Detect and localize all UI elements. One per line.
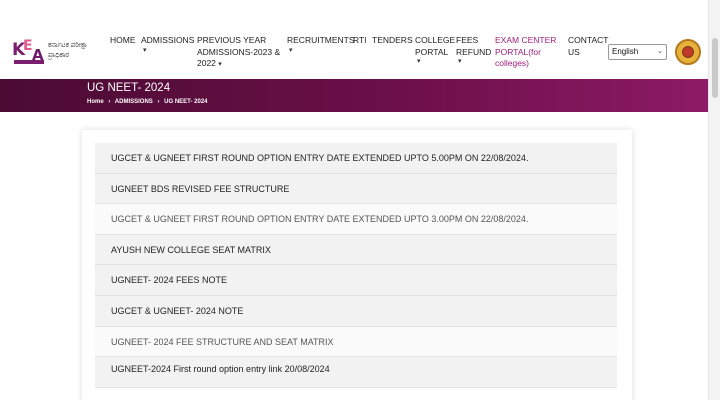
notice-item[interactable]: UGCET & UGNEET- 2024 NOTE <box>95 295 617 327</box>
site-header: K E A ಕರ್ನಾಟಕ ಪರೀಕ್ಷಾ ಪ್ರಾಧಿಕಾರ HOME ADM… <box>0 27 708 79</box>
nav-exam-center-portal[interactable]: EXAM CENTER PORTAL(for colleges) <box>495 35 556 70</box>
emblem-inner <box>682 46 694 58</box>
nav-college-portal-line2: PORTAL <box>415 46 449 57</box>
notice-item[interactable]: UGNEET- 2024 FEES NOTE <box>95 265 617 296</box>
logo-text-line1: ಕರ್ನಾಟಕ ಪರೀಕ್ಷಾ <box>48 42 88 49</box>
chevron-down-icon: ▾ <box>458 58 462 65</box>
nav-rti-label: RTI <box>353 35 367 45</box>
nav-previous-year-admissions[interactable]: PREVIOUS YEAR ADMISSIONS-2023 & 2022 ▾ <box>197 35 280 70</box>
nav-exam-center-line2: PORTAL(for <box>495 46 541 57</box>
page-banner: UG NEET- 2024 Home › ADMISSIONS › UG NEE… <box>0 79 708 112</box>
nav-college-portal-line1: COLLEGE <box>415 35 456 45</box>
nav-exam-center-line3: colleges) <box>495 58 530 68</box>
nav-previous-year-line3: 2022 <box>197 58 216 68</box>
notice-item[interactable]: UGCET & UGNEET FIRST ROUND OPTION ENTRY … <box>95 204 617 235</box>
nav-admissions-label: ADMISSIONS <box>141 35 195 45</box>
nav-exam-center-line1: EXAM CENTER <box>495 35 557 45</box>
breadcrumb: Home › ADMISSIONS › UG NEET- 2024 <box>87 99 211 105</box>
nav-tenders-label: TENDERS <box>372 35 413 45</box>
notice-item[interactable]: UGCET & UGNEET FIRST ROUND OPTION ENTRY … <box>95 143 617 174</box>
page: K E A ಕರ್ನಾಟಕ ಪರೀಕ್ಷಾ ಪ್ರಾಧಿಕಾರ HOME ADM… <box>0 0 708 400</box>
notice-item[interactable]: UGNEET- 2024 FEE STRUCTURE AND SEAT MATR… <box>95 326 617 358</box>
nav-contact-line1: CONTACT <box>568 35 609 45</box>
nav-fees-refund-line2: REFUND <box>456 46 492 57</box>
nav-contact-us[interactable]: CONTACT US <box>568 35 608 58</box>
logo-text: ಕರ್ನಾಟಕ ಪರೀಕ್ಷಾ ಪ್ರಾಧಿಕಾರ <box>48 41 104 61</box>
nav-tenders[interactable]: TENDERS <box>372 35 413 47</box>
vertical-scrollbar[interactable] <box>708 0 720 400</box>
logo-underline <box>14 60 44 64</box>
breadcrumb-admissions[interactable]: ADMISSIONS <box>115 99 153 105</box>
kea-logo[interactable]: K E A ಕರ್ನಾಟಕ ಪರೀಕ್ಷಾ ಪ್ರಾಧಿಕಾರ <box>12 38 100 66</box>
nav-fees-refund[interactable]: FEES REFUND ▾ <box>456 35 491 66</box>
chevron-right-icon: › <box>157 99 160 105</box>
language-select[interactable]: English ⌄ <box>608 44 667 60</box>
page-title: UG NEET- 2024 <box>87 82 171 94</box>
chevron-down-icon: ▾ <box>143 46 147 54</box>
nav-recruitments-label: RECRUITMENTS <box>287 35 355 45</box>
language-selected: English <box>612 47 639 56</box>
breadcrumb-home[interactable]: Home <box>87 99 104 105</box>
nav-rti[interactable]: RTI <box>353 35 367 47</box>
nav-fees-refund-line1: FEES <box>456 35 479 45</box>
kea-logo-mark: K E A <box>12 38 46 64</box>
nav-home-label: HOME <box>110 35 136 45</box>
nav-previous-year-line2: ADMISSIONS-2023 & <box>197 46 281 57</box>
notices-list: UGCET & UGNEET FIRST ROUND OPTION ENTRY … <box>95 143 617 388</box>
chevron-down-icon: ▾ <box>289 46 293 54</box>
nav-contact-line2: US <box>568 46 580 57</box>
chevron-down-icon: ▾ <box>218 61 222 68</box>
notice-item[interactable]: AYUSH NEW COLLEGE SEAT MATRIX <box>95 234 617 266</box>
state-emblem-icon <box>675 39 701 65</box>
chevron-right-icon: › <box>108 99 111 105</box>
notice-item[interactable]: UGNEET-2024 First round option entry lin… <box>95 357 617 388</box>
nav-previous-year-line1: PREVIOUS YEAR <box>197 35 267 45</box>
notice-item[interactable]: UGNEET BDS REVISED FEE STRUCTURE <box>95 173 617 205</box>
chevron-down-icon: ▾ <box>417 58 421 65</box>
nav-recruitments[interactable]: RECRUITMENTS ▾ <box>287 35 355 55</box>
nav-admissions[interactable]: ADMISSIONS ▾ <box>141 35 194 55</box>
chevron-down-icon: ⌄ <box>657 48 663 55</box>
nav-college-portal[interactable]: COLLEGE PORTAL ▾ <box>415 35 455 66</box>
scrollbar-thumb[interactable] <box>712 38 718 98</box>
nav-home[interactable]: HOME <box>110 35 136 47</box>
breadcrumb-current: UG NEET- 2024 <box>164 99 208 105</box>
notices-panel: UGCET & UGNEET FIRST ROUND OPTION ENTRY … <box>82 130 632 400</box>
logo-text-line2: ಪ್ರಾಧಿಕಾರ <box>48 52 70 59</box>
